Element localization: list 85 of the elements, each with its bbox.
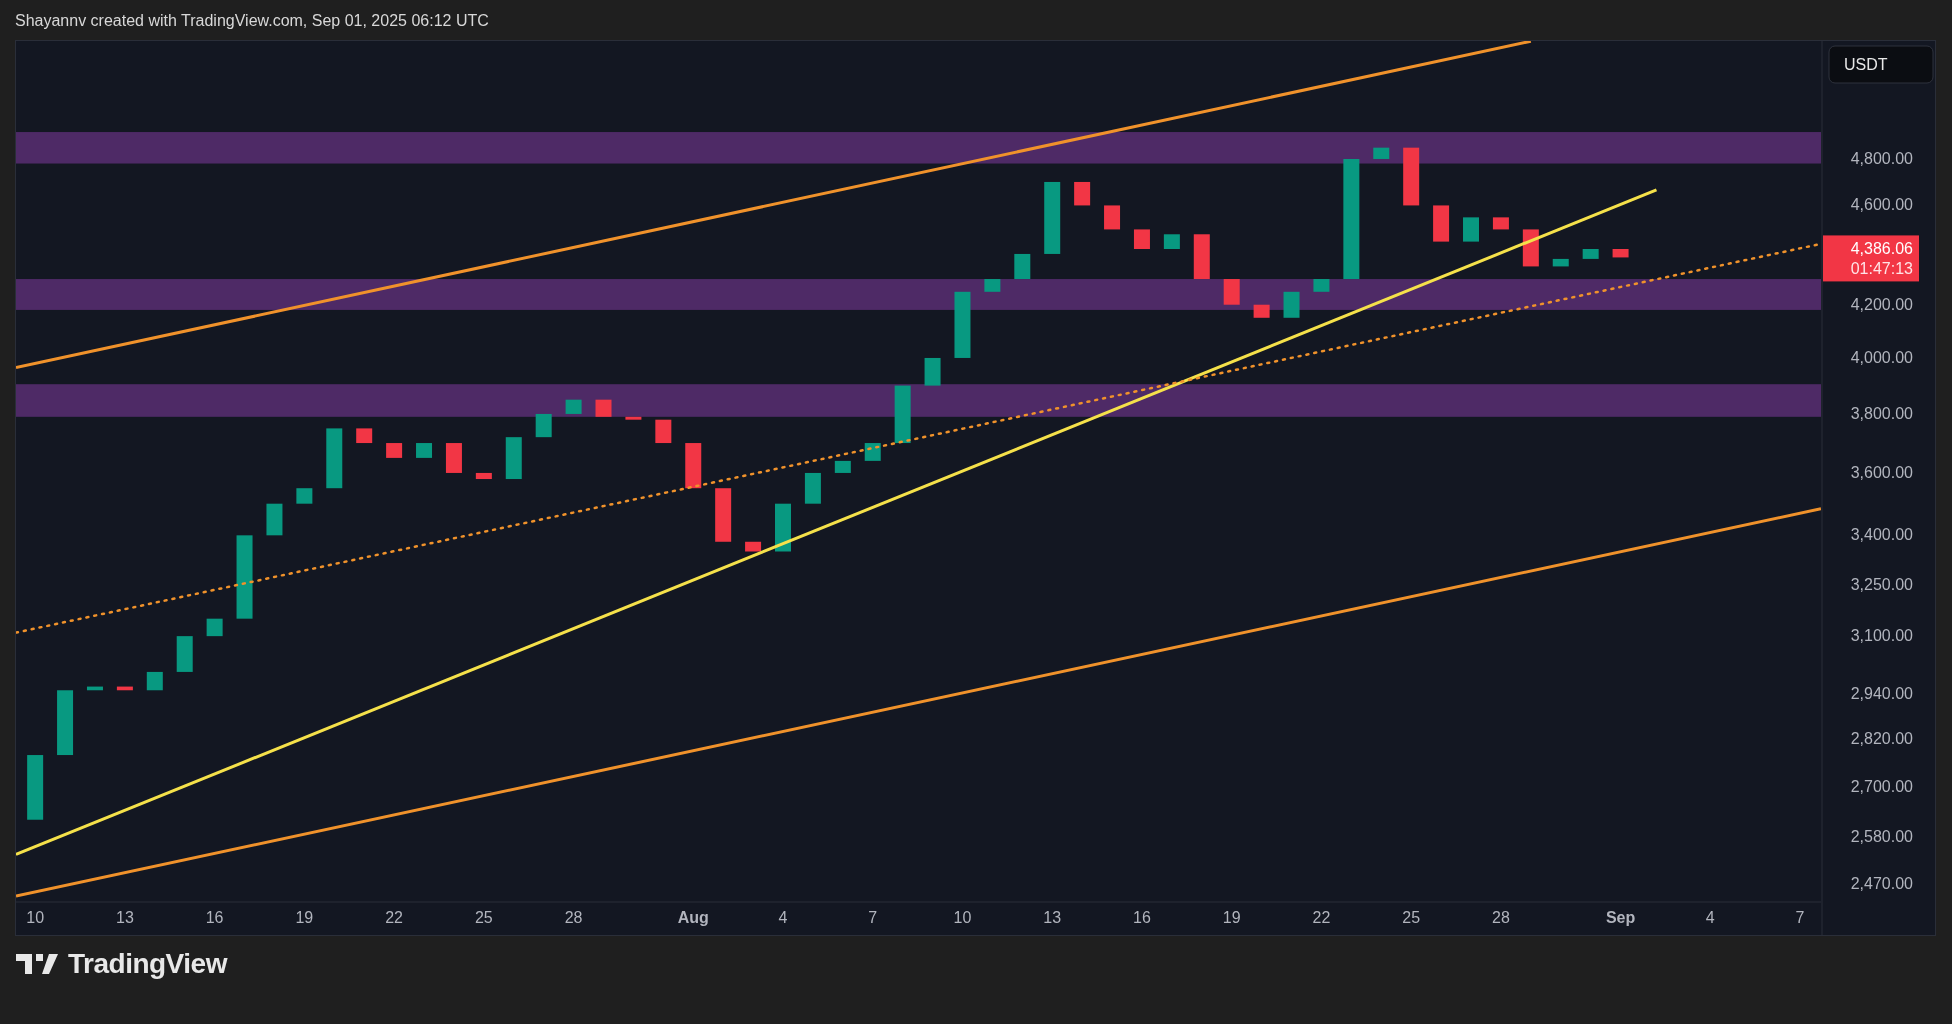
time-axis-label: 22 bbox=[1312, 909, 1331, 926]
candlestick bbox=[655, 419, 672, 444]
candlestick bbox=[1463, 217, 1479, 242]
candlestick bbox=[27, 755, 44, 820]
time-axis-label: 4 bbox=[1705, 909, 1715, 926]
candlestick bbox=[386, 443, 403, 458]
candlestick bbox=[1522, 229, 1539, 267]
candlestick bbox=[745, 541, 762, 552]
candlestick bbox=[1552, 258, 1569, 267]
candlestick bbox=[685, 443, 702, 489]
time-axis-label: 13 bbox=[1043, 909, 1062, 926]
candlestick bbox=[625, 416, 642, 420]
candlestick bbox=[266, 503, 283, 536]
time-axis-label: 10 bbox=[26, 909, 45, 926]
candlestick bbox=[1373, 147, 1390, 159]
last-price-value: 4,386.06 bbox=[1850, 240, 1913, 258]
price-axis-label: 4,800.00 bbox=[1850, 150, 1913, 167]
price-axis-label: 3,600.00 bbox=[1850, 463, 1913, 481]
candlestick bbox=[954, 291, 971, 358]
candlestick bbox=[1313, 279, 1330, 292]
price-axis-label: 3,400.00 bbox=[1850, 526, 1913, 544]
candlestick bbox=[1074, 181, 1091, 206]
candlestick bbox=[296, 488, 313, 504]
time-axis-label: 10 bbox=[953, 909, 972, 926]
candlestick bbox=[326, 428, 343, 489]
price-axis-label: 4,600.00 bbox=[1850, 196, 1913, 214]
price-axis-label: 2,940.00 bbox=[1850, 684, 1913, 702]
candlestick bbox=[176, 636, 193, 672]
candlestick bbox=[535, 413, 552, 438]
time-axis-label: 16 bbox=[1133, 909, 1151, 926]
candlestick bbox=[445, 443, 462, 473]
candlestick bbox=[116, 686, 133, 691]
time-axis-label: 22 bbox=[385, 909, 403, 926]
candlestick bbox=[984, 279, 1001, 292]
logo-text: TradingView bbox=[68, 948, 227, 980]
time-axis-label: 16 bbox=[205, 909, 224, 926]
price-axis-label: 3,250.00 bbox=[1850, 575, 1913, 593]
price-axis-label: 4,200.00 bbox=[1850, 295, 1913, 313]
time-axis-label: 4 bbox=[778, 909, 788, 926]
candlestick bbox=[1133, 229, 1150, 249]
candlestick bbox=[1612, 249, 1629, 258]
time-axis-label: 25 bbox=[474, 909, 493, 926]
bar-countdown: 01:47:13 bbox=[1850, 260, 1913, 278]
candlestick bbox=[206, 618, 223, 637]
time-axis-label: 28 bbox=[564, 909, 583, 926]
logo-icon bbox=[16, 952, 60, 976]
price-axis-label: 2,700.00 bbox=[1850, 777, 1913, 795]
time-axis-label: 25 bbox=[1402, 909, 1421, 926]
currency-button[interactable]: USDT bbox=[1828, 45, 1934, 84]
candlestick bbox=[775, 503, 791, 552]
price-axis-label: 3,800.00 bbox=[1850, 404, 1913, 422]
price-axis-label: 4,000.00 bbox=[1850, 348, 1913, 366]
time-axis-label: 19 bbox=[295, 909, 314, 926]
candlestick bbox=[475, 472, 492, 480]
time-axis-label: 19 bbox=[1222, 909, 1241, 926]
candlestick bbox=[146, 671, 163, 691]
candlestick bbox=[1193, 234, 1210, 280]
candlestick bbox=[1403, 147, 1420, 206]
candlestick bbox=[1163, 234, 1180, 249]
candlestick bbox=[1582, 249, 1599, 259]
time-axis-label: Aug bbox=[677, 909, 709, 926]
candlestick bbox=[1492, 217, 1509, 230]
time-axis-label: Sep bbox=[1605, 909, 1636, 926]
time-axis-label: 7 bbox=[1795, 909, 1805, 926]
candlestick bbox=[715, 488, 732, 542]
candlestick bbox=[924, 357, 941, 386]
candlestick bbox=[804, 472, 821, 504]
price-axis-label: 2,470.00 bbox=[1850, 875, 1913, 893]
price-axis-label: 3,100.00 bbox=[1850, 627, 1913, 645]
candlestick bbox=[1433, 205, 1450, 242]
candlestick bbox=[505, 437, 522, 480]
price-axis-label: 2,820.00 bbox=[1850, 730, 1913, 748]
chart-caption: Shayannv created with TradingView.com, Sep 01, 2025 06:12 UTC bbox=[15, 12, 489, 29]
time-axis-label: 13 bbox=[116, 909, 134, 926]
candlestick bbox=[86, 686, 103, 691]
time-axis-label: 28 bbox=[1492, 909, 1510, 926]
time-axis-label: 7 bbox=[868, 909, 878, 926]
candlestick bbox=[1014, 253, 1031, 280]
candlestick bbox=[834, 460, 851, 473]
price-axis-label: 2,580.00 bbox=[1850, 827, 1913, 845]
candlestick bbox=[864, 443, 881, 461]
candlestick bbox=[416, 443, 433, 458]
candlestick bbox=[1104, 205, 1121, 230]
candlestick bbox=[57, 690, 74, 756]
candlestick bbox=[356, 428, 373, 444]
